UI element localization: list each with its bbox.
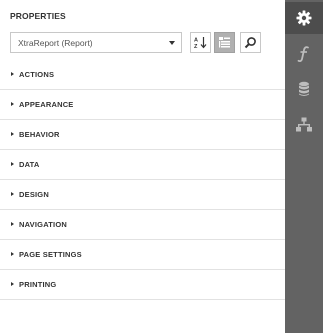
category-label: DESIGN [19,190,49,199]
expand-arrow-icon [11,132,14,136]
category-label: APPEARANCE [19,100,74,109]
expand-arrow-icon [11,72,14,76]
field-list-tab[interactable] [285,73,323,105]
properties-panel: PROPERTIES XtraReport (Report) A Z ACTIO… [0,0,285,333]
category-row-printing[interactable]: PRINTING [0,270,285,300]
gear-icon [296,10,312,26]
expand-arrow-icon [11,192,14,196]
category-row-behavior[interactable]: BEHAVIOR [0,120,285,150]
panel-title: PROPERTIES [10,11,66,21]
category-label: PAGE SETTINGS [19,250,82,259]
function-icon [297,46,309,62]
categorize-button[interactable] [214,32,235,53]
category-row-design[interactable]: DESIGN [0,180,285,210]
category-label: NAVIGATION [19,220,67,229]
category-label: PRINTING [19,280,57,289]
expand-arrow-icon [11,162,14,166]
category-list: ACTIONS APPEARANCE BEHAVIOR DATA DESIGN … [0,60,285,300]
properties-toolbar: XtraReport (Report) A Z [10,32,282,53]
category-row-actions[interactable]: ACTIONS [0,60,285,90]
category-label: BEHAVIOR [19,130,60,139]
expand-arrow-icon [11,222,14,226]
sort-az-icon: A Z [194,37,207,49]
category-row-page-settings[interactable]: PAGE SETTINGS [0,240,285,270]
component-select[interactable]: XtraReport (Report) [10,32,182,53]
expand-arrow-icon [11,102,14,106]
expressions-tab[interactable] [285,38,323,70]
search-icon [244,37,256,49]
category-row-appearance[interactable]: APPEARANCE [0,90,285,120]
category-row-data[interactable]: DATA [0,150,285,180]
component-select-value: XtraReport (Report) [18,38,93,48]
svg-text:A: A [194,38,198,44]
dropdown-arrow-icon [169,41,175,45]
side-tab-rail [285,0,323,333]
category-row-navigation[interactable]: NAVIGATION [0,210,285,240]
search-button[interactable] [240,32,261,53]
expand-arrow-icon [11,282,14,286]
report-explorer-tab[interactable] [285,109,323,141]
sort-alphabetical-button[interactable]: A Z [190,32,211,53]
category-label: DATA [19,160,40,169]
svg-text:Z: Z [194,44,198,49]
hierarchy-icon [296,117,312,132]
properties-tab[interactable] [285,2,323,34]
database-icon [299,81,309,96]
categorize-icon [219,37,230,48]
category-label: ACTIONS [19,70,55,79]
expand-arrow-icon [11,252,14,256]
